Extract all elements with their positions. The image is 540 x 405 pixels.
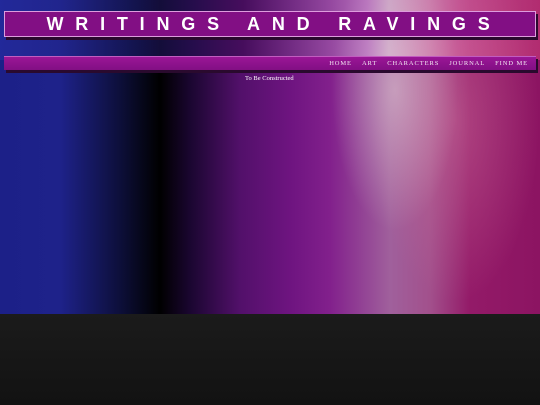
nav-link-find-me[interactable]: FIND ME xyxy=(495,60,528,67)
main-nav: HOME ART CHARACTERS JOURNAL FIND ME xyxy=(4,56,536,70)
nav-link-art[interactable]: ART xyxy=(362,60,377,67)
background-floor xyxy=(0,314,540,405)
nav-link-journal[interactable]: JOURNAL xyxy=(449,60,485,67)
nav-link-characters[interactable]: CHARACTERS xyxy=(387,60,439,67)
under-construction-text: To Be Constructed xyxy=(245,75,294,82)
nav-link-home[interactable]: HOME xyxy=(329,60,352,67)
site-title: WRITINGS AND RAVINGS xyxy=(46,13,502,34)
site-header: WRITINGS AND RAVINGS xyxy=(4,11,536,37)
